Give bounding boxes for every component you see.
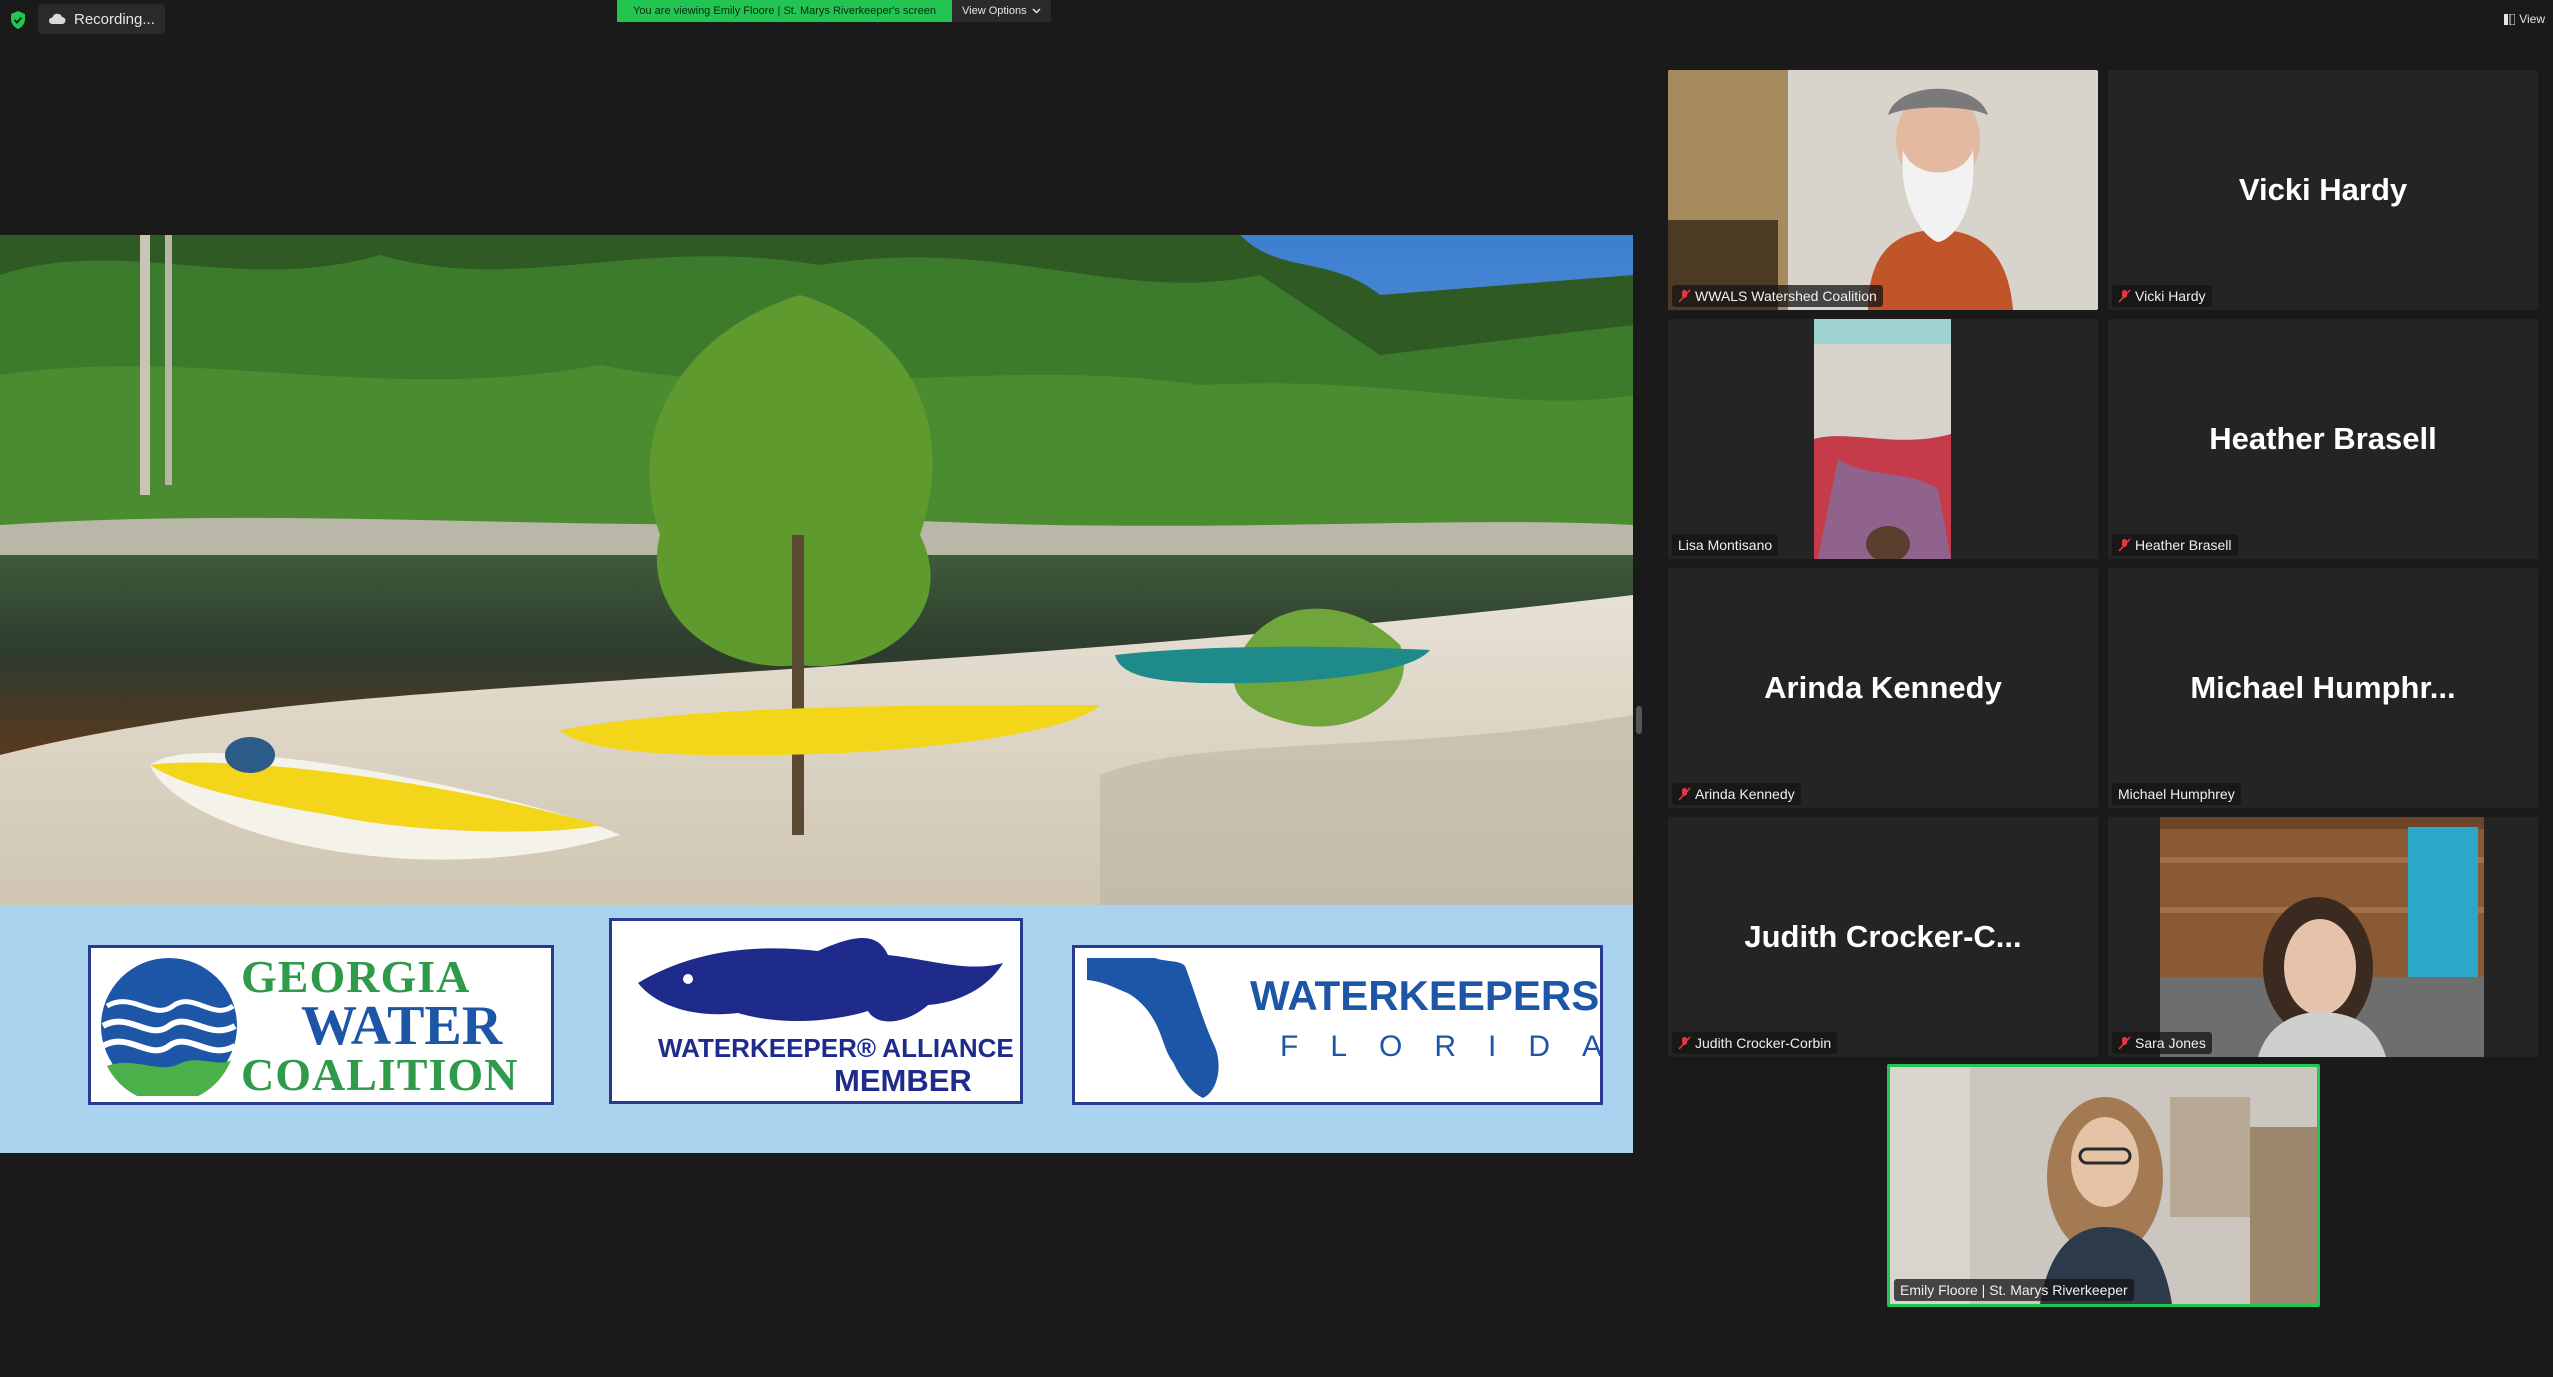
participant-tile-heather-brasell[interactable]: Heather Brasell Heather Brasell xyxy=(2108,319,2538,559)
florida-map-icon xyxy=(1087,958,1219,1098)
participant-tile-emily-floore-active-speaker[interactable]: Emily Floore | St. Marys Riverkeeper xyxy=(1887,1064,2320,1307)
view-layout-button[interactable]: View xyxy=(2504,12,2545,26)
cloud-recording-icon xyxy=(48,13,66,24)
participant-name-label: WWALS Watershed Coalition xyxy=(1672,285,1883,307)
view-options-label: View Options xyxy=(962,5,1027,17)
participant-name: Lisa Montisano xyxy=(1678,537,1773,553)
gwc-line-3: COALITION xyxy=(241,1049,519,1100)
participant-display-name: Arinda Kennedy xyxy=(1764,670,2002,705)
participant-tile-michael-humphrey[interactable]: Michael Humphr... Michael Humphrey xyxy=(2108,568,2538,808)
muted-mic-icon xyxy=(1678,1036,1691,1050)
participant-video xyxy=(1668,319,2098,559)
shared-screen: GEORGIA WATER COALITION WATERKEEPER® ALL… xyxy=(0,235,1633,1153)
participant-tile-judith-crocker-corbin[interactable]: Judith Crocker-C... Judith Crocker-Corbi… xyxy=(1668,817,2098,1057)
participant-name: Arinda Kennedy xyxy=(1695,786,1795,802)
participant-name-label: Emily Floore | St. Marys Riverkeeper xyxy=(1894,1279,2134,1301)
participant-display-name: Vicki Hardy xyxy=(2238,172,2408,207)
participant-tile-sara-jones[interactable]: Sara Jones xyxy=(2108,817,2538,1057)
waterkeeper-alliance-logo: WATERKEEPER® ALLIANCE MEMBER xyxy=(609,918,1023,1104)
muted-mic-icon xyxy=(1678,289,1691,303)
participant-name-label: Lisa Montisano xyxy=(1672,534,1779,556)
sturgeon-fish-icon xyxy=(638,937,1003,1022)
participant-name-label: Heather Brasell xyxy=(2112,534,2238,556)
gwc-line-2: WATER xyxy=(301,995,503,1057)
security-shield-icon[interactable] xyxy=(8,10,28,30)
georgia-water-coalition-logo: GEORGIA WATER COALITION xyxy=(88,945,554,1105)
panel-resize-handle[interactable] xyxy=(1636,706,1642,734)
gwc-wave-emblem-icon xyxy=(101,958,237,1096)
participant-name: Sara Jones xyxy=(2135,1035,2206,1051)
muted-mic-icon xyxy=(1678,787,1691,801)
wkf-line-2: FLORIDA xyxy=(1280,1030,1603,1063)
participant-name: Judith Crocker-Corbin xyxy=(1695,1035,1832,1051)
participant-name-label: Arinda Kennedy xyxy=(1672,783,1801,805)
wka-line-2: MEMBER xyxy=(834,1063,972,1098)
participant-tile-lisa-montisano[interactable]: Lisa Montisano xyxy=(1668,319,2098,559)
kayaks-river-photo xyxy=(0,235,1633,905)
recording-indicator[interactable]: Recording... xyxy=(38,4,165,34)
muted-mic-icon xyxy=(2118,538,2131,552)
participant-name: Vicki Hardy xyxy=(2135,288,2206,304)
participant-name: Emily Floore | St. Marys Riverkeeper xyxy=(1900,1282,2128,1298)
muted-mic-icon xyxy=(2118,1036,2131,1050)
participant-tile-wwals[interactable]: WWALS Watershed Coalition xyxy=(1668,70,2098,310)
view-label: View xyxy=(2519,12,2545,26)
participant-display-name: Michael Humphr... xyxy=(2190,670,2456,705)
participant-name: Michael Humphrey xyxy=(2118,786,2235,802)
participant-name-label: Michael Humphrey xyxy=(2112,783,2241,805)
meeting-top-bar: Recording... You are viewing Emily Floor… xyxy=(0,0,2553,38)
waterkeepers-florida-logo: WATERKEEPERS® FLORIDA xyxy=(1072,945,1603,1105)
participant-display-name: Heather Brasell xyxy=(2209,421,2437,456)
participant-name-label: Sara Jones xyxy=(2112,1032,2212,1054)
participant-tile-arinda-kennedy[interactable]: Arinda Kennedy Arinda Kennedy xyxy=(1668,568,2098,808)
muted-mic-icon xyxy=(2118,289,2131,303)
wka-line-1: WATERKEEPER® ALLIANCE xyxy=(658,1033,1014,1063)
participant-tile-vicki-hardy[interactable]: Vicki Hardy Vicki Hardy xyxy=(2108,70,2538,310)
participant-video xyxy=(1890,1067,2317,1304)
wkf-line-1: WATERKEEPERS® xyxy=(1250,972,1603,1019)
participant-display-name: Judith Crocker-C... xyxy=(1744,919,2022,954)
participant-name-label: Judith Crocker-Corbin xyxy=(1672,1032,1838,1054)
participant-video xyxy=(1668,70,2098,310)
view-options-button[interactable]: View Options xyxy=(952,0,1051,22)
recording-label: Recording... xyxy=(74,10,155,28)
participant-video xyxy=(2108,817,2538,1057)
participant-name: Heather Brasell xyxy=(2135,537,2232,553)
viewing-screen-banner: You are viewing Emily Floore | St. Marys… xyxy=(617,0,952,22)
grid-layout-icon xyxy=(2504,13,2516,25)
participant-name: WWALS Watershed Coalition xyxy=(1695,288,1877,304)
chevron-down-icon xyxy=(1032,8,1041,14)
gwc-wordmark: GEORGIA WATER COALITION xyxy=(241,952,518,1100)
participant-name-label: Vicki Hardy xyxy=(2112,285,2212,307)
